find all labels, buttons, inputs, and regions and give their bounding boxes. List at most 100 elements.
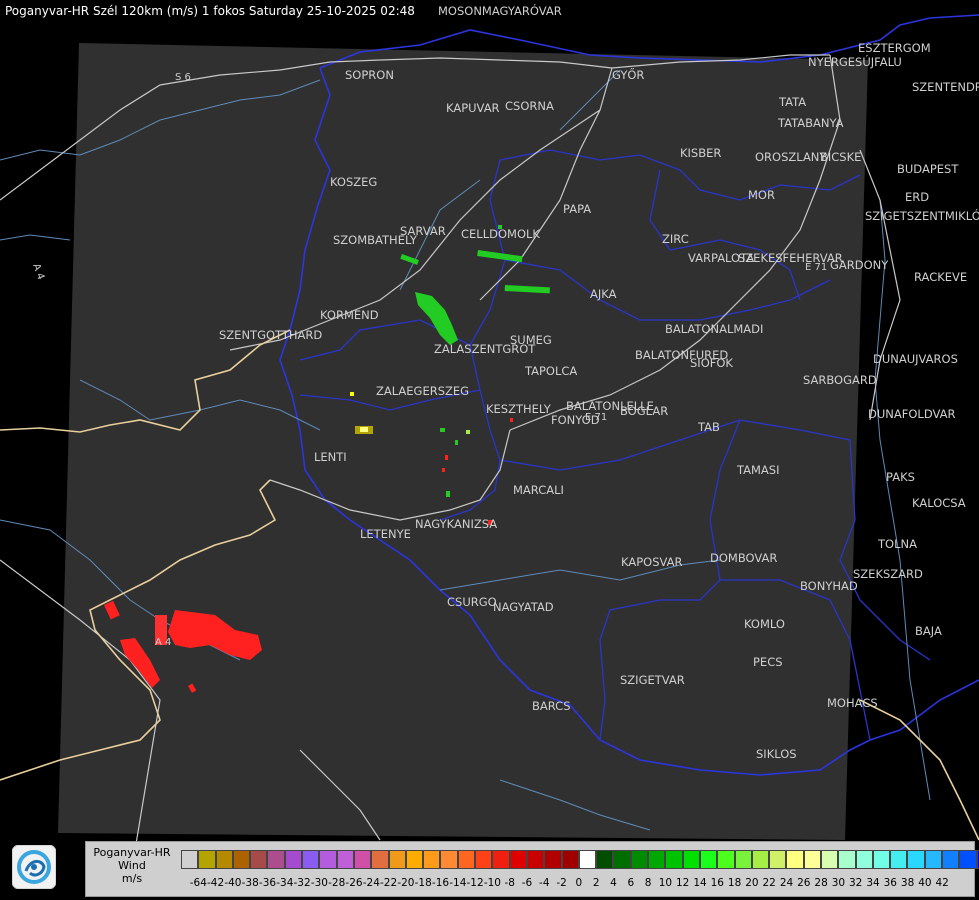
legend-swatch: [336, 850, 354, 869]
city-label: BONYHAD: [800, 579, 858, 593]
legend-tick-label: -40: [224, 877, 242, 889]
city-label: TAMASI: [736, 463, 779, 477]
legend-swatch: [405, 850, 424, 869]
legend-tick-label: -42: [207, 877, 225, 889]
legend-swatch: [526, 850, 545, 869]
city-label: OROSZLANY: [755, 150, 827, 164]
legend-swatch: [959, 850, 977, 869]
legend-tick-label: 32: [849, 877, 863, 889]
legend-swatch: [855, 850, 873, 869]
legend-swatch: [665, 850, 683, 869]
legend-swatch: [717, 850, 735, 869]
city-label: KORMEND: [320, 308, 379, 322]
radar-map: MOSONMAGYARÓVAR SOPRON GYŐR KAPUVAR CSORNA TA…: [0, 0, 979, 900]
legend-tick-label: -10: [483, 877, 501, 889]
legend-swatch: [319, 850, 337, 869]
legend-swatch: [751, 850, 770, 869]
legend-swatch: [492, 850, 510, 869]
city-label: CSORNA: [505, 99, 554, 113]
legend-swatch: [371, 850, 389, 869]
legend-swatch: [596, 850, 614, 869]
legend-title-line: Poganyvar-HR: [93, 846, 171, 859]
legend-title-line: Wind: [118, 859, 146, 872]
legend-tick-label: 40: [918, 877, 932, 889]
city-label: BARCS: [532, 699, 571, 713]
legend-tick-label: -14: [449, 877, 467, 889]
legend-swatch: [682, 850, 700, 869]
legend-swatch: [907, 850, 925, 869]
city-label: SZIGETVAR: [620, 673, 685, 687]
radar-coverage-area: [58, 43, 868, 840]
city-label: GYŐR: [612, 67, 644, 82]
city-label: ESZTERGOM: [858, 41, 931, 55]
legend-swatch: [181, 850, 199, 869]
city-label: MOSONMAGYARÓVAR: [438, 3, 562, 18]
legend-swatch: [509, 850, 527, 869]
legend-swatch: [423, 850, 441, 869]
legend-swatch: [198, 850, 216, 869]
city-label: TAPOLCA: [524, 364, 577, 378]
logo-icon: [12, 845, 56, 889]
legend-tick-label: 30: [831, 877, 846, 889]
legend-swatch: [284, 850, 303, 869]
city-label: BUDAPEST: [897, 162, 959, 176]
legend-tick-label: -64: [189, 877, 207, 889]
legend-swatch: [890, 850, 908, 869]
city-label: BAJA: [915, 624, 942, 638]
city-label: SIKLOS: [756, 747, 797, 761]
legend-title-line: m/s: [121, 872, 143, 885]
legend-swatch: [267, 850, 285, 869]
legend-tick-label: -2: [556, 877, 567, 889]
city-label: SZENTENDRE: [912, 80, 979, 94]
city-label: KAPUVAR: [446, 101, 500, 115]
city-label: SOPRON: [345, 68, 394, 82]
legend-tick-label: 4: [610, 877, 617, 889]
legend-title: Poganyvar-HR Wind m/s: [88, 846, 176, 885]
legend-swatches: [181, 850, 979, 869]
legend-swatch: [302, 850, 320, 869]
city-label: NYERGESÚJFALU: [808, 54, 902, 69]
city-label: KALOCSA: [912, 496, 966, 510]
city-label: TOLNA: [877, 537, 917, 551]
city-label: SIOFOK: [690, 356, 733, 370]
legend-tick-label: 28: [814, 877, 828, 889]
legend-tick-label: -12: [466, 877, 484, 889]
city-label: SZIGETSZENTMIKLÓS: [865, 208, 979, 223]
city-label: PAKS: [886, 470, 915, 484]
legend-swatch: [699, 850, 718, 869]
legend-tick-label: 16: [710, 877, 724, 889]
city-label: KOMLO: [744, 617, 785, 631]
city-label: CELLDOMOLK: [461, 227, 540, 241]
city-label: RACKEVE: [914, 270, 967, 284]
legend-swatch: [924, 850, 943, 869]
city-label: TATA: [778, 95, 806, 109]
legend-tick-label: -24: [362, 877, 380, 889]
city-label: SZENTGOTTHARD: [219, 328, 322, 342]
legend-swatch: [942, 850, 960, 869]
city-label: ZIRC: [662, 232, 689, 246]
legend-swatch: [440, 850, 458, 869]
legend-ticks: -64 -42 -40 -38 -36 -34 -32 -30 -28 -26 -24 -22 -20-…: [181, 877, 966, 891]
legend-tick-label: 8: [644, 877, 652, 889]
legend-tick-label: 2: [592, 877, 600, 889]
legend-swatch: [820, 850, 839, 869]
legend-swatch: [388, 850, 406, 869]
legend-swatch: [872, 850, 891, 869]
road-label: A 4: [155, 637, 171, 648]
legend-tick-label: -28: [328, 877, 346, 889]
legend-tick-label: 26: [797, 877, 811, 889]
city-label: GARDONY: [830, 258, 889, 272]
legend-tick-label: -16: [431, 877, 450, 889]
city-label: MOR: [748, 188, 775, 202]
road-label: E 71: [585, 412, 607, 423]
legend-tick-label: 34: [866, 877, 880, 889]
legend-swatch: [561, 850, 579, 869]
city-label: KESZTHELY: [486, 402, 552, 416]
city-label: DUNAUJVAROS: [873, 352, 958, 366]
city-label: KISBER: [680, 146, 721, 160]
city-label: NAGYKANIZSA: [415, 517, 497, 531]
legend-tick-label: -34: [276, 877, 294, 889]
legend-tick-label: -30: [310, 877, 328, 889]
legend-tick-label: 10: [658, 877, 673, 889]
color-legend: Poganyvar-HR Wind m/s -64 -42 -40 -38 -36 -34…: [85, 841, 979, 897]
